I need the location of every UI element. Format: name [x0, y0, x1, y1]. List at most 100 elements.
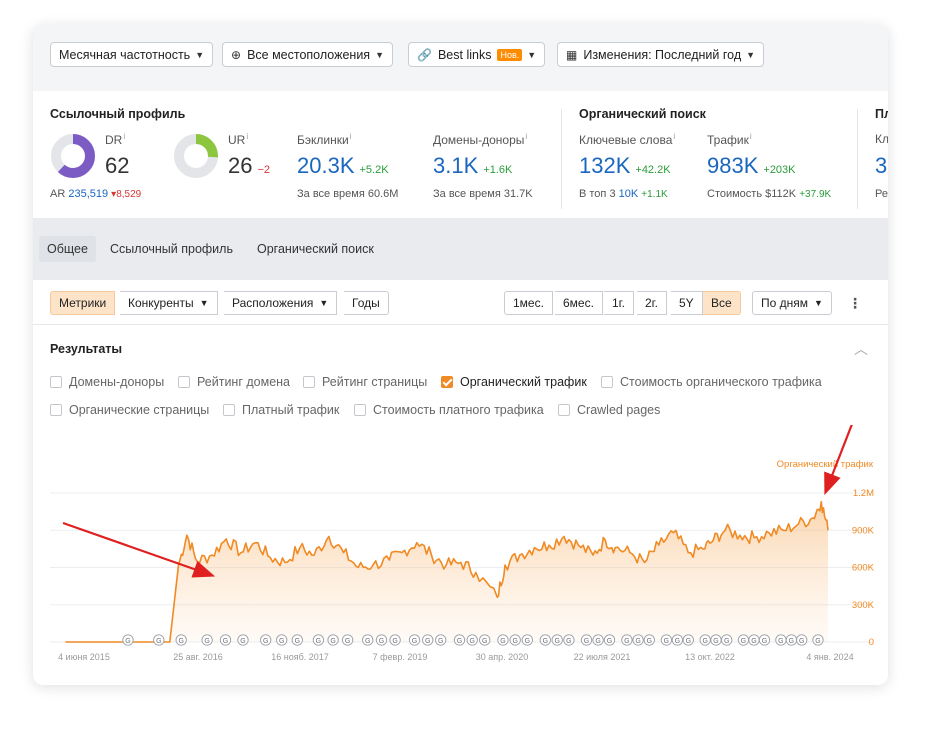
locations-dropdown[interactable]: ⊕ Все местоположения ▼	[222, 42, 393, 67]
traffic-cost: Стоимость $112K +37.9K	[707, 188, 832, 200]
checkbox-box	[303, 376, 315, 388]
checkbox-paid-traffic[interactable]: Платный трафик	[223, 403, 339, 417]
range-6m[interactable]: 6мес.	[555, 291, 603, 315]
info-icon: i	[349, 132, 352, 141]
update-marker-label: G	[702, 638, 707, 645]
x-tick-label: 7 февр. 2019	[373, 652, 428, 662]
update-marker-label: G	[482, 638, 487, 645]
more-options-icon[interactable]: ⋮	[848, 295, 862, 312]
granularity-dropdown[interactable]: По дням ▼	[752, 291, 832, 315]
update-marker-label: G	[125, 638, 130, 645]
changes-dropdown[interactable]: ▦ Изменения: Последний год ▼	[557, 42, 765, 67]
update-marker-label: G	[741, 638, 746, 645]
best-links-dropdown[interactable]: 🔗 Best links Нов. ▼	[408, 42, 546, 67]
ar-delta: ▾8,529	[111, 189, 142, 200]
update-marker-label: G	[635, 638, 640, 645]
paid-keywords-label: Кл	[875, 132, 888, 146]
metrics-button[interactable]: Метрики	[50, 291, 116, 315]
ur-ring-chart	[174, 134, 218, 178]
locations-button[interactable]: Расположения ▼	[224, 291, 338, 315]
new-badge: Нов.	[497, 48, 523, 61]
paid-keywords-value[interactable]: 3	[875, 153, 887, 179]
ar-row: AR 235,519 ▾8,529	[50, 188, 142, 200]
ur-label: URi	[228, 132, 249, 147]
x-tick-label: 16 нояб. 2017	[271, 652, 329, 662]
ref-domains-value[interactable]: 3.1K +1.6K	[433, 153, 512, 179]
checkbox-crawled-pages[interactable]: Crawled pages	[558, 403, 660, 417]
update-marker-label: G	[240, 638, 245, 645]
range-1m[interactable]: 1мес.	[504, 291, 553, 315]
update-marker-label: G	[469, 638, 474, 645]
info-icon: i	[673, 132, 676, 141]
checkbox-url-rating[interactable]: Рейтинг страницы	[303, 375, 427, 389]
keywords-label: Ключевые словаi	[579, 132, 676, 147]
checkbox-ref-domains[interactable]: Домены-доноры	[50, 375, 164, 389]
caret-down-icon: ▼	[319, 298, 329, 308]
update-marker-label: G	[295, 638, 300, 645]
range-2y[interactable]: 2г.	[637, 291, 667, 315]
checkbox-organic-traffic-cost[interactable]: Стоимость органического трафика	[601, 375, 822, 389]
update-marker-label: G	[379, 638, 384, 645]
checkbox-box	[601, 376, 613, 388]
paid-sub: Ре	[875, 188, 888, 200]
checkbox-paid-traffic-cost[interactable]: Стоимость платного трафика	[354, 403, 544, 417]
range-5y[interactable]: 5Y	[671, 291, 703, 315]
backlinks-all-time: За все время 60.6M	[297, 188, 399, 200]
info-icon: i	[749, 132, 752, 141]
tab-overview[interactable]: Общее	[39, 236, 96, 262]
x-tick-label: 22 июля 2021	[574, 652, 631, 662]
ar-value: 235,519	[68, 188, 109, 200]
link-profile-title: Ссылочный профиль	[50, 107, 186, 121]
update-marker-label: G	[762, 638, 767, 645]
years-button[interactable]: Годы	[344, 291, 389, 315]
x-tick-label: 4 янв. 2024	[806, 652, 853, 662]
tabs-bar: Общее Ссылочный профиль Органический пои…	[33, 218, 888, 280]
globe-icon: ⊕	[231, 47, 242, 62]
update-marker-label: G	[624, 638, 629, 645]
dr-value: 62	[105, 153, 130, 178]
update-marker-label: G	[607, 638, 612, 645]
caret-down-icon: ▼	[527, 49, 537, 60]
tab-link-profile[interactable]: Ссылочный профиль	[110, 242, 233, 256]
update-marker-label: G	[751, 638, 756, 645]
update-marker-label: G	[156, 638, 161, 645]
range-all[interactable]: Все	[703, 291, 741, 315]
update-marker-label: G	[789, 638, 794, 645]
update-marker-label: G	[457, 638, 462, 645]
ur-value: 26 −2	[228, 153, 271, 178]
traffic-value[interactable]: 983K +203K	[707, 153, 796, 179]
backlinks-value[interactable]: 20.3K +5.2K	[297, 153, 389, 179]
checkbox-box	[50, 376, 62, 388]
update-marker-label: G	[647, 638, 652, 645]
range-1y[interactable]: 1г.	[604, 291, 634, 315]
annotation-arrow	[824, 425, 853, 496]
keywords-value[interactable]: 132K +42.2K	[579, 153, 671, 179]
checkbox-organic-pages[interactable]: Органические страницы	[50, 403, 209, 417]
checkbox-box-checked	[441, 376, 453, 388]
y-tick-label: 1.2M	[853, 488, 874, 499]
caret-down-icon: ▼	[199, 298, 209, 308]
update-marker-label: G	[815, 638, 820, 645]
caret-down-icon: ▼	[746, 49, 756, 60]
checkbox-box	[178, 376, 190, 388]
x-tick-label: 25 авг. 2016	[173, 652, 223, 662]
chart-toolbar: Метрики Конкуренты ▼ Расположения ▼ Годы 1…	[33, 280, 888, 325]
update-marker-label: G	[412, 638, 417, 645]
checkbox-domain-rating[interactable]: Рейтинг домена	[178, 375, 290, 389]
update-marker-label: G	[345, 638, 350, 645]
collapse-chevron-icon[interactable]: ︿	[854, 339, 868, 359]
ref-domains-all-time: За все время 31.7K	[433, 188, 533, 200]
caret-down-icon: ▼	[814, 298, 823, 308]
frequency-dropdown[interactable]: Месячная частотность ▼	[50, 42, 214, 67]
update-marker-label: G	[554, 638, 559, 645]
paid-search-title: Пл	[875, 107, 888, 121]
update-markers: GGGGGGGGGGGGGGGGGGGGGGGGGGGGGGGGGGGGGGGG…	[122, 634, 824, 646]
checkbox-organic-traffic[interactable]: Органический трафик	[441, 375, 587, 389]
update-marker-label: G	[713, 638, 718, 645]
update-marker-label: G	[799, 638, 804, 645]
tab-organic-search[interactable]: Органический поиск	[257, 242, 374, 256]
competitors-dropdown[interactable]: Конкуренты ▼	[120, 291, 218, 315]
update-marker-label: G	[675, 638, 680, 645]
update-marker-label: G	[223, 638, 228, 645]
update-marker-label: G	[438, 638, 443, 645]
